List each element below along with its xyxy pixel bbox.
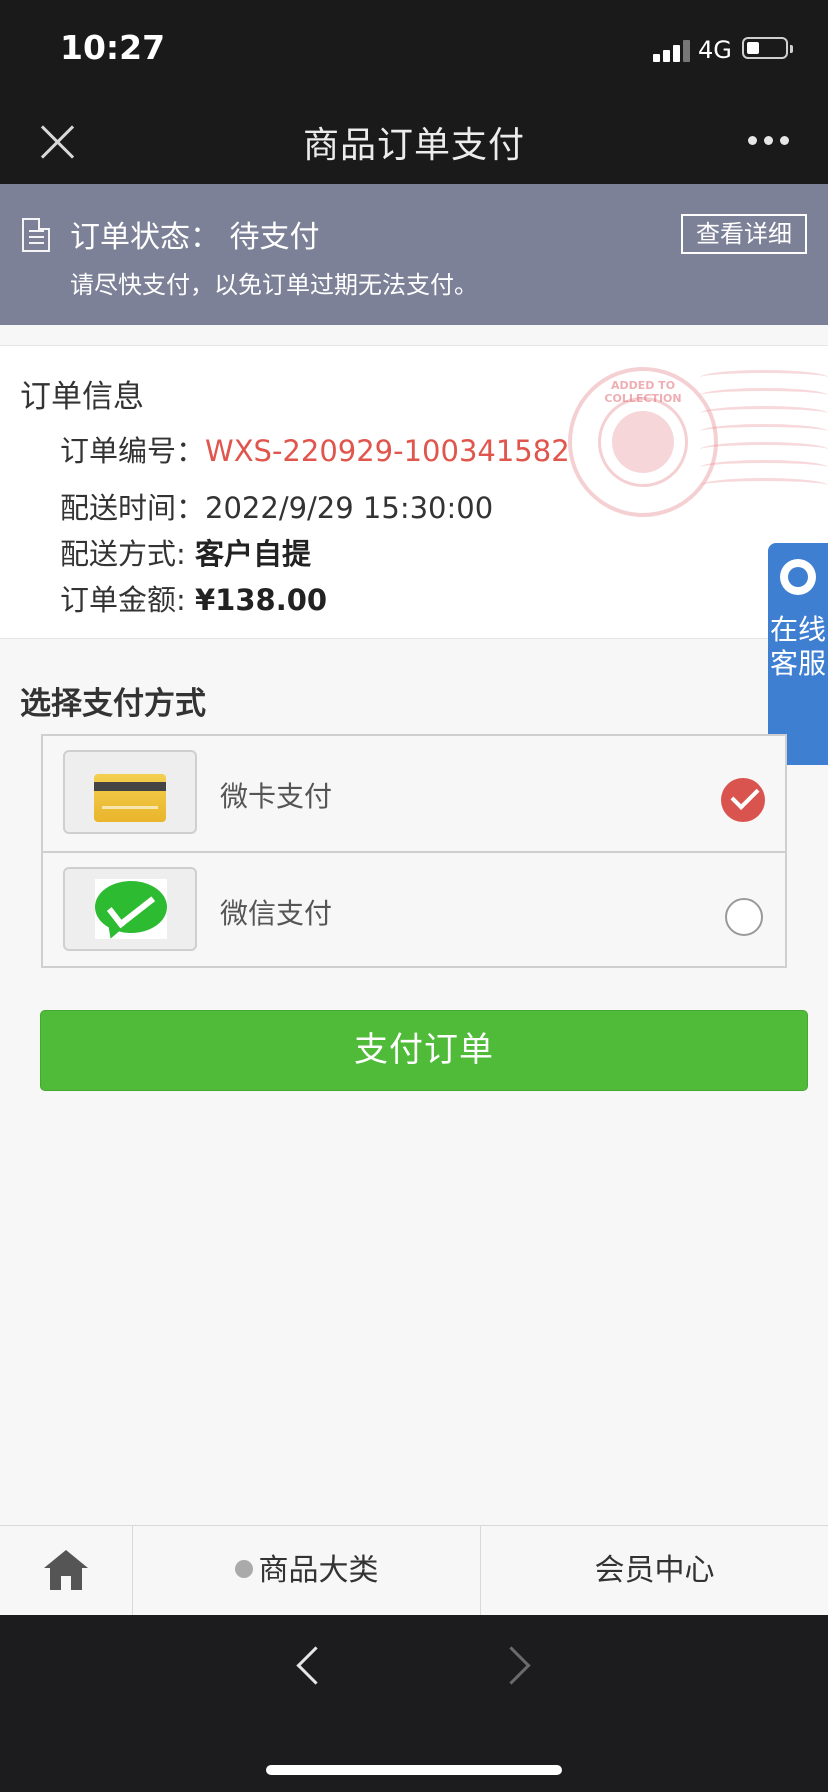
wechat-pay-icon (95, 879, 167, 942)
more-icon[interactable] (748, 136, 792, 146)
payment-option-weika[interactable]: 微卡支付 (43, 736, 785, 853)
order-number-row: 订单编号：WXS-220929-100341582 (60, 428, 570, 470)
order-amount-label: 订单金额: (60, 583, 195, 617)
payment-thumb (63, 867, 197, 951)
delivery-method-row: 配送方式: 客户自提 (60, 531, 311, 573)
unselected-radio-icon[interactable] (725, 898, 763, 936)
bank-card-icon (94, 774, 166, 822)
delivery-time-row: 配送时间：2022/9/29 15:30:00 (60, 485, 493, 527)
category-icon (234, 1559, 253, 1578)
order-number-label: 订单编号： (60, 434, 206, 468)
order-info-title: 订单信息 (20, 379, 144, 415)
collection-stamp-icon: ADDED TO COLLECTION (568, 367, 718, 517)
payment-option-label: 微信支付 (220, 897, 333, 930)
bottom-tab-bar: 商品大类 会员中心 (0, 1525, 828, 1615)
status-time: 10:27 (60, 28, 166, 67)
order-status-value: 待支付 (229, 220, 320, 255)
delivery-method-value: 客户自提 (195, 537, 312, 571)
payment-thumb (63, 750, 197, 834)
delivery-time-value: 2022/9/29 15:30:00 (205, 491, 494, 525)
tab-category[interactable]: 商品大类 (133, 1526, 481, 1615)
customer-service-icon (780, 559, 816, 595)
payment-option-label: 微卡支付 (220, 780, 333, 813)
page-title: 商品订单支付 (302, 125, 525, 166)
order-number-value: WXS-220929-100341582 (205, 434, 570, 468)
selected-check-icon[interactable] (721, 778, 765, 822)
view-detail-button[interactable]: 查看详细 (681, 214, 807, 254)
payment-option-wechat[interactable]: 微信支付 (43, 853, 785, 968)
tab-home[interactable] (0, 1526, 133, 1615)
tab-member-label: 会员中心 (594, 1553, 715, 1588)
order-amount-value: ¥138.00 (195, 583, 328, 617)
home-icon (44, 1550, 88, 1592)
delivery-time-label: 配送时间： (60, 491, 206, 525)
order-status: 订单状态： 待支付 (70, 212, 320, 256)
document-icon (22, 218, 50, 252)
order-amount-row: 订单金额: ¥138.00 (60, 577, 327, 619)
postmark-waves (700, 370, 828, 510)
online-service-label: 在线客服 (769, 613, 826, 680)
payment-method-title: 选择支付方式 (20, 686, 206, 722)
network-type: 4G (698, 36, 732, 64)
payment-method-list: 微卡支付 微信支付 (41, 734, 787, 968)
signal-icon (653, 40, 691, 62)
battery-icon (742, 37, 793, 59)
tab-category-label: 商品大类 (258, 1553, 379, 1588)
delivery-method-label: 配送方式: (60, 537, 195, 571)
pay-order-button[interactable]: 支付订单 (40, 1010, 808, 1091)
order-status-label: 订单状态： (70, 220, 220, 255)
home-indicator (266, 1765, 562, 1775)
online-service-tab[interactable]: 在线客服 (768, 543, 828, 765)
order-status-tip: 请尽快支付，以免订单过期无法支付。 (70, 271, 478, 299)
tab-member-center[interactable]: 会员中心 (481, 1526, 828, 1615)
